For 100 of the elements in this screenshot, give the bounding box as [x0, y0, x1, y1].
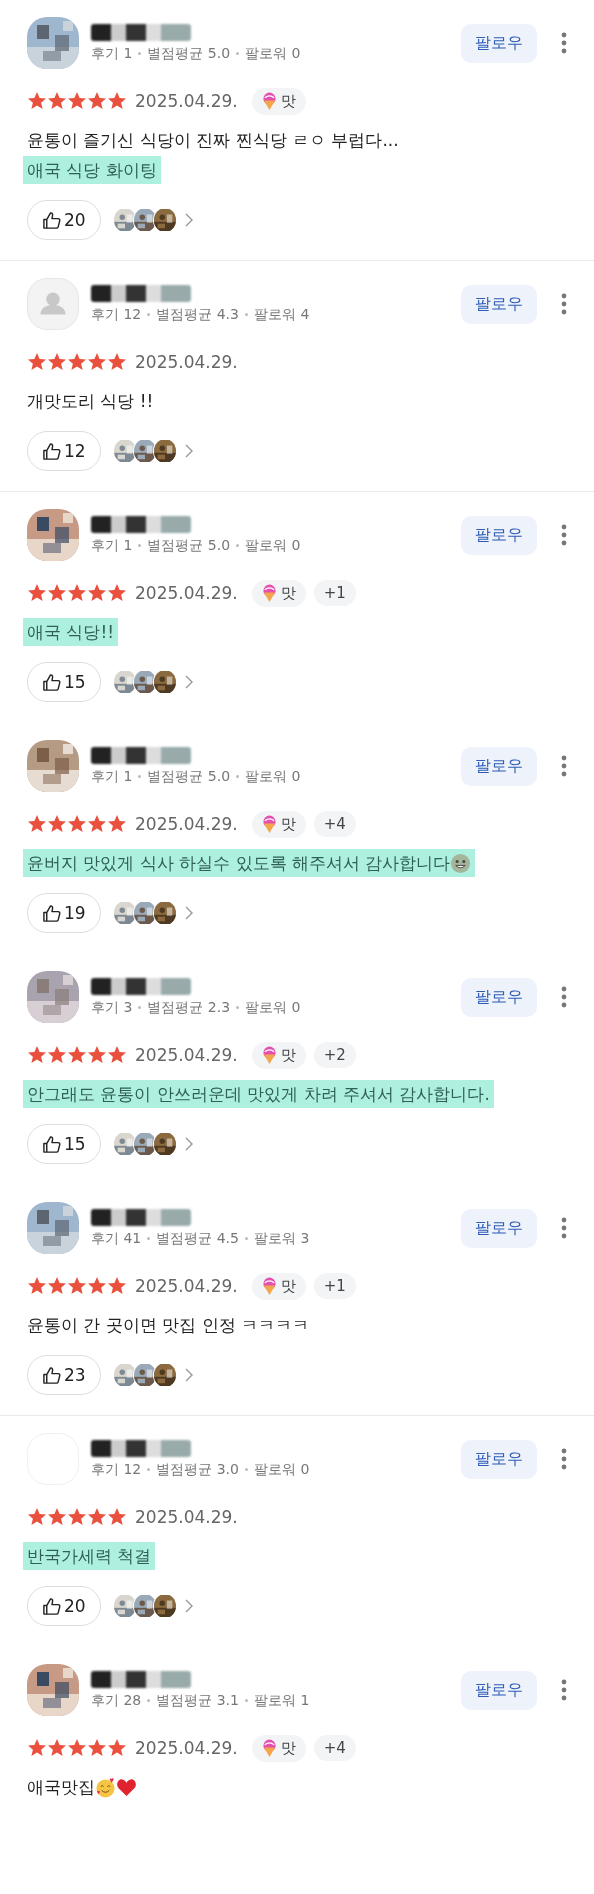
chevron-right-icon[interactable]: [184, 1599, 193, 1613]
more-tags-count[interactable]: +1: [313, 580, 356, 606]
review-text: 애국맛집: [23, 1773, 141, 1801]
more-icon[interactable]: [561, 1448, 567, 1470]
taste-tag[interactable]: 맛: [251, 1041, 306, 1069]
more-icon[interactable]: [561, 1217, 567, 1239]
like-button[interactable]: 15: [27, 662, 101, 702]
star-icon: [27, 814, 47, 834]
ice-cream-icon: [261, 1738, 277, 1758]
more-icon[interactable]: [561, 32, 567, 54]
chevron-right-icon[interactable]: [184, 675, 193, 689]
more-icon[interactable]: [561, 293, 567, 315]
profile-stat: 별점평균 5.0: [147, 44, 231, 63]
profile-stat: 후기 41: [91, 1229, 142, 1248]
ice-cream-icon: [261, 91, 277, 111]
review-date: 2025.04.29.: [135, 91, 238, 111]
follow-button[interactable]: 팔로우: [461, 1670, 537, 1710]
profile-stat: 별점평균 2.3: [147, 998, 231, 1017]
star-icon: [87, 1276, 107, 1296]
thumbs-up-icon: [42, 210, 61, 230]
review-text: 애국 식당 화이팅: [23, 156, 161, 184]
star-icon: [87, 352, 107, 372]
profile-stat: 후기 12: [91, 305, 142, 324]
star-icon: [87, 1045, 107, 1065]
chevron-right-icon[interactable]: [184, 213, 193, 227]
star-icon: [87, 1738, 107, 1758]
follow-button[interactable]: 팔로우: [461, 977, 537, 1017]
star-icon: [67, 814, 87, 834]
like-button[interactable]: 20: [27, 1586, 101, 1626]
follow-button[interactable]: 팔로우: [461, 746, 537, 786]
star-icon: [67, 583, 87, 603]
taste-tag[interactable]: 맛: [251, 1272, 306, 1300]
profile-stat: 별점평균 4.5: [156, 1229, 239, 1248]
follow-button[interactable]: 팔로우: [461, 1208, 537, 1248]
star-icon: [107, 1738, 127, 1758]
star-icon: [47, 91, 67, 111]
smiley-icon: [450, 852, 472, 874]
profile-stat: 별점평균 5.0: [147, 767, 231, 786]
more-icon[interactable]: [561, 1679, 567, 1701]
profile-stat: 팔로워 0: [245, 998, 301, 1017]
more-icon[interactable]: [561, 755, 567, 777]
star-icon: [67, 1276, 87, 1296]
star-icon: [27, 1507, 47, 1527]
more-icon[interactable]: [561, 986, 567, 1008]
review-text: 윤버지 맛있게 식사 하실수 있도록 해주셔서 감사합니다: [23, 849, 476, 877]
like-button[interactable]: 15: [27, 1124, 101, 1164]
profile-stat: 팔로워 0: [245, 767, 301, 786]
star-icon: [47, 1045, 67, 1065]
star-icon: [107, 1507, 127, 1527]
star-icon: [67, 352, 87, 372]
taste-tag[interactable]: 맛: [251, 810, 306, 838]
taste-tag[interactable]: 맛: [251, 579, 306, 607]
star-icon: [87, 814, 107, 834]
thumbs-up-icon: [42, 672, 61, 692]
star-icon: [47, 1276, 67, 1296]
review-date: 2025.04.29.: [135, 1045, 238, 1065]
ice-cream-icon: [261, 814, 277, 834]
taste-tag[interactable]: 맛: [251, 87, 306, 115]
more-tags-count[interactable]: +4: [313, 1735, 356, 1761]
follow-button[interactable]: 팔로우: [461, 284, 537, 324]
follow-button[interactable]: 팔로우: [461, 515, 537, 555]
star-icon: [67, 1045, 87, 1065]
star-icon: [27, 1738, 47, 1758]
profile-stat: 팔로워 4: [254, 305, 310, 324]
review-date: 2025.04.29.: [135, 1276, 238, 1296]
follow-button[interactable]: 팔로우: [461, 1439, 537, 1479]
chevron-right-icon[interactable]: [184, 906, 193, 920]
profile-stat: 후기 1: [91, 44, 133, 63]
star-icon: [107, 814, 127, 834]
thumbs-up-icon: [42, 441, 61, 461]
like-button[interactable]: 20: [27, 200, 101, 240]
more-tags-count[interactable]: +1: [313, 1273, 356, 1299]
chevron-right-icon[interactable]: [184, 444, 193, 458]
like-button[interactable]: 19: [27, 893, 101, 933]
profile-stat: 별점평균 5.0: [147, 536, 231, 555]
more-tags-count[interactable]: +4: [313, 811, 356, 837]
star-icon: [107, 1276, 127, 1296]
more-tags-count[interactable]: +2: [313, 1042, 356, 1068]
thumbs-up-icon: [42, 1596, 61, 1616]
star-icon: [27, 1045, 47, 1065]
thumbs-up-icon: [42, 903, 61, 923]
profile-stat: 후기 1: [91, 536, 133, 555]
star-icon: [87, 91, 107, 111]
profile-stat: 후기 12: [91, 1460, 142, 1479]
chevron-right-icon[interactable]: [184, 1137, 193, 1151]
follow-button[interactable]: 팔로우: [461, 23, 537, 63]
review-date: 2025.04.29.: [135, 583, 238, 603]
star-icon: [67, 1507, 87, 1527]
review-text: 윤통이 즐기신 식당이 진짜 찐식당 ㄹㅇ 부럽다...: [26, 129, 400, 152]
ice-cream-icon: [261, 1045, 277, 1065]
like-button[interactable]: 12: [27, 431, 101, 471]
thumbs-up-icon: [42, 1365, 61, 1385]
review-date: 2025.04.29.: [135, 1507, 238, 1527]
taste-tag[interactable]: 맛: [251, 1734, 306, 1762]
review-text: 안그래도 윤통이 안쓰러운데 맛있게 차려 주셔서 감사합니다.: [23, 1080, 494, 1108]
like-button[interactable]: 23: [27, 1355, 101, 1395]
profile-stat: 후기 1: [91, 767, 133, 786]
star-icon: [107, 352, 127, 372]
more-icon[interactable]: [561, 524, 567, 546]
chevron-right-icon[interactable]: [184, 1368, 193, 1382]
